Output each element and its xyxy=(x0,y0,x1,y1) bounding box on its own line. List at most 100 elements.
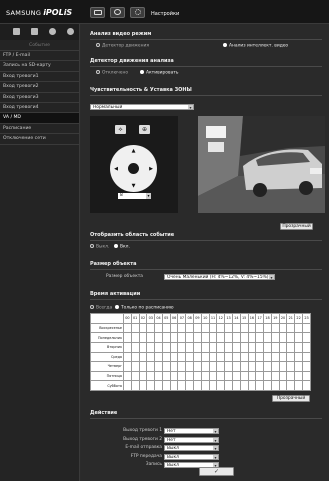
schedule-cell[interactable] xyxy=(255,332,265,343)
schedule-cell[interactable] xyxy=(138,332,148,343)
schedule-cell[interactable] xyxy=(200,370,210,382)
schedule-cell[interactable] xyxy=(154,351,163,363)
system-icon[interactable] xyxy=(67,28,74,35)
schedule-cell[interactable] xyxy=(270,341,280,353)
sensitivity-level-select[interactable]: Нормальный xyxy=(90,104,194,110)
schedule-cell[interactable] xyxy=(146,322,156,334)
sidebar-item-network-disconnect[interactable]: Отключение сети xyxy=(0,134,79,145)
radio-detector-on[interactable]: Активировать xyxy=(140,70,178,76)
schedule-cell[interactable] xyxy=(154,380,163,391)
zoom-in-button[interactable]: ⊕ xyxy=(139,125,150,134)
schedule-cell[interactable] xyxy=(154,361,163,372)
schedule-cell[interactable] xyxy=(286,380,296,391)
schedule-cell[interactable] xyxy=(224,341,233,353)
schedule-cell[interactable] xyxy=(177,341,187,353)
schedule-cell[interactable] xyxy=(154,322,163,334)
schedule-cell[interactable] xyxy=(224,322,233,334)
schedule-cell[interactable] xyxy=(169,380,179,391)
video-setup-icon[interactable] xyxy=(13,28,20,35)
center-button[interactable] xyxy=(128,163,139,174)
sidebar-item-va-md[interactable]: VA / MD xyxy=(0,113,79,124)
schedule-cell[interactable] xyxy=(208,351,218,363)
schedule-cell[interactable] xyxy=(231,370,241,382)
schedule-cell[interactable] xyxy=(216,380,226,391)
schedule-cell[interactable] xyxy=(301,332,312,343)
schedule-cell[interactable] xyxy=(154,341,163,353)
event-icon[interactable] xyxy=(49,28,56,35)
schedule-cell[interactable] xyxy=(130,361,140,372)
schedule-cell[interactable] xyxy=(263,361,272,372)
sidebar-item-alarm-input-4[interactable]: Вход тревоги4 xyxy=(0,103,79,114)
schedule-cell[interactable] xyxy=(270,351,280,363)
radio-display-off[interactable]: Выкл. xyxy=(90,244,109,250)
schedule-cell[interactable] xyxy=(200,332,210,343)
schedule-cell[interactable] xyxy=(224,370,233,382)
schedule-cell[interactable] xyxy=(247,361,257,372)
schedule-cell[interactable] xyxy=(146,370,156,382)
schedule-cell[interactable] xyxy=(263,351,272,363)
schedule-cell[interactable] xyxy=(185,351,195,363)
schedule-cell[interactable] xyxy=(247,322,257,334)
schedule-cell[interactable] xyxy=(270,370,280,382)
schedule-cell[interactable] xyxy=(255,380,265,391)
apply-button[interactable]: ✓ xyxy=(199,467,234,476)
schedule-cell[interactable] xyxy=(185,380,195,391)
setup-button[interactable] xyxy=(130,7,145,18)
schedule-cell[interactable] xyxy=(216,370,226,382)
sidebar-item-sd-recording[interactable]: Запись на SD-карту xyxy=(0,61,79,72)
schedule-cell[interactable] xyxy=(130,332,140,343)
arrow-up-icon[interactable]: ▲ xyxy=(130,147,138,155)
schedule-cell[interactable] xyxy=(185,370,195,382)
schedule-cell[interactable] xyxy=(138,361,148,372)
schedule-cell[interactable] xyxy=(247,370,257,382)
schedule-cell[interactable] xyxy=(224,380,233,391)
schedule-cell[interactable] xyxy=(185,332,195,343)
schedule-cell[interactable] xyxy=(161,322,171,334)
schedule-cell[interactable] xyxy=(200,322,210,334)
sidebar-item-ftp-email[interactable]: FTP / E-mail xyxy=(0,51,79,62)
schedule-cell[interactable] xyxy=(146,332,156,343)
schedule-cell[interactable] xyxy=(161,351,171,363)
schedule-cell[interactable] xyxy=(123,361,132,372)
schedule-cell[interactable] xyxy=(231,341,241,353)
transparent-button-schedule[interactable]: Прозрачный xyxy=(272,395,310,402)
schedule-cell[interactable] xyxy=(138,322,148,334)
schedule-cell[interactable] xyxy=(130,322,140,334)
schedule-cell[interactable] xyxy=(130,341,140,353)
schedule-cell[interactable] xyxy=(123,370,132,382)
schedule-cell[interactable] xyxy=(294,380,303,391)
schedule-cell[interactable] xyxy=(216,332,226,343)
zoom-out-button[interactable]: ⟡ xyxy=(115,125,126,134)
schedule-cell[interactable] xyxy=(270,322,280,334)
schedule-cell[interactable] xyxy=(216,322,226,334)
schedule-cell[interactable] xyxy=(301,370,312,382)
schedule-cell[interactable] xyxy=(255,322,265,334)
arrow-right-icon[interactable]: ▶ xyxy=(147,165,155,173)
schedule-cell[interactable] xyxy=(216,341,226,353)
schedule-cell[interactable] xyxy=(231,351,241,363)
schedule-cell[interactable] xyxy=(239,332,249,343)
schedule-cell[interactable] xyxy=(138,380,148,391)
schedule-cell[interactable] xyxy=(146,351,156,363)
schedule-cell[interactable] xyxy=(193,332,202,343)
schedule-cell[interactable] xyxy=(239,370,249,382)
schedule-cell[interactable] xyxy=(286,361,296,372)
schedule-cell[interactable] xyxy=(301,361,312,372)
schedule-cell[interactable] xyxy=(286,341,296,353)
schedule-cell[interactable] xyxy=(270,332,280,343)
action-select[interactable]: Выкл xyxy=(164,453,219,460)
schedule-cell[interactable] xyxy=(208,361,218,372)
schedule-cell[interactable] xyxy=(270,361,280,372)
schedule-cell[interactable] xyxy=(278,322,288,334)
schedule-cell[interactable] xyxy=(193,380,202,391)
schedule-cell[interactable] xyxy=(208,341,218,353)
schedule-cell[interactable] xyxy=(146,361,156,372)
schedule-cell[interactable] xyxy=(247,341,257,353)
schedule-cell[interactable] xyxy=(200,361,210,372)
schedule-cell[interactable] xyxy=(177,361,187,372)
schedule-cell[interactable] xyxy=(177,351,187,363)
schedule-cell[interactable] xyxy=(169,341,179,353)
schedule-cell[interactable] xyxy=(239,351,249,363)
schedule-cell[interactable] xyxy=(216,351,226,363)
schedule-cell[interactable] xyxy=(216,361,226,372)
